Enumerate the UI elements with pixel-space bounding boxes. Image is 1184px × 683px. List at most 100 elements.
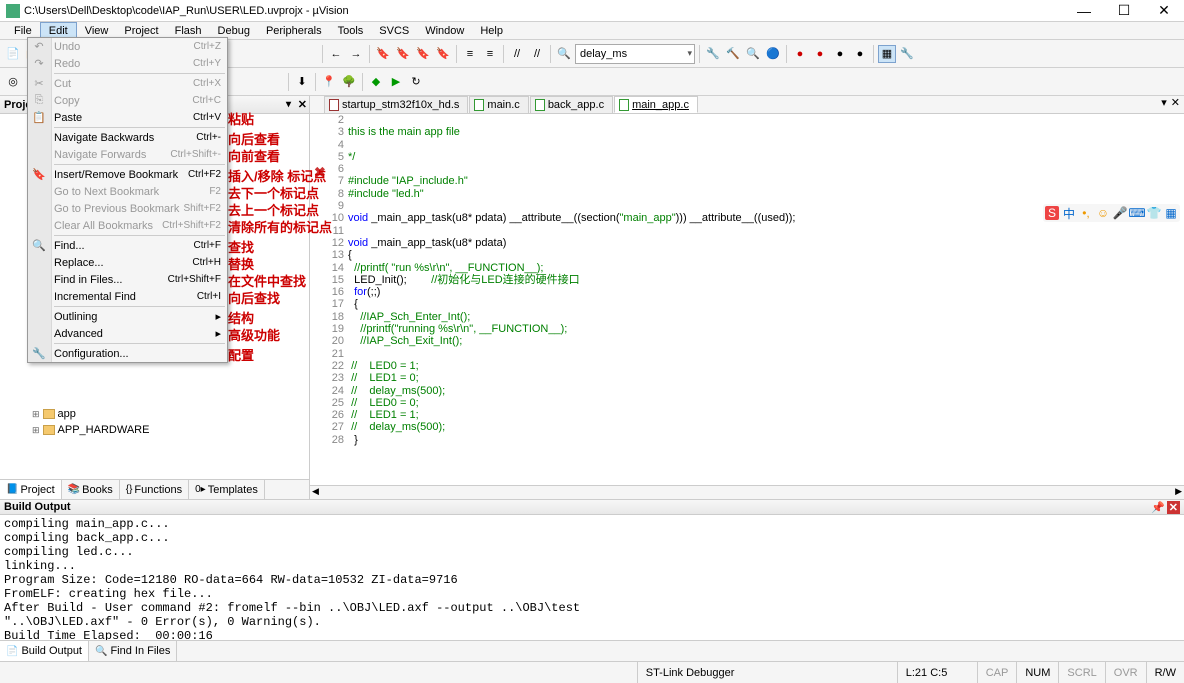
search-icon[interactable]: 🔍 (744, 45, 762, 63)
wrench-icon[interactable]: 🔧 (898, 45, 916, 63)
uncomment-icon[interactable]: // (528, 45, 546, 63)
close-build-icon[interactable]: ✕ (1167, 501, 1180, 514)
maximize-button[interactable]: ☐ (1104, 0, 1144, 22)
target-icon[interactable]: ◎ (4, 73, 22, 91)
window-title: C:\Users\Dell\Desktop\code\IAP_Run\USER\… (24, 5, 1064, 17)
nav-back-icon[interactable]: ← (327, 45, 345, 63)
status-ovr: OVR (1105, 662, 1146, 683)
code-editor[interactable]: 2345678910111213141516171819202122232425… (310, 114, 1184, 485)
ime-emoji-icon[interactable]: ☺ (1096, 206, 1110, 220)
reset-icon[interactable]: ↻ (407, 73, 425, 91)
menu-item-clear-all-bookmarks: Clear All BookmarksCtrl+Shift+F2 (28, 217, 227, 234)
build-tab-build-output[interactable]: 📄Build Output (0, 641, 89, 661)
menu-item-advanced[interactable]: Advanced▸ (28, 325, 227, 342)
project-tabs: 📘Project📚Books{}Functions0▸Templates (0, 479, 309, 499)
menu-item-undo: ↶UndoCtrl+Z (28, 38, 227, 55)
step-icon[interactable]: ◆ (367, 73, 385, 91)
close-panel-icon[interactable]: ✕ (298, 98, 307, 111)
menu-tools[interactable]: Tools (330, 23, 372, 39)
project-tab-books[interactable]: 📚Books (62, 480, 120, 499)
horizontal-scrollbar[interactable]: ◀ ▶ (310, 485, 1184, 499)
app-icon (6, 4, 20, 18)
project-tab-functions[interactable]: {}Functions (120, 480, 189, 499)
status-num: NUM (1016, 662, 1058, 683)
goto-icon[interactable]: 📍 (320, 73, 338, 91)
window-icon[interactable]: ▦ (878, 45, 896, 63)
menu-item-find-in-files-[interactable]: Find in Files...Ctrl+Shift+F (28, 271, 227, 288)
editor-tab[interactable]: startup_stm32f10x_hd.s (324, 96, 468, 113)
dbg-icon[interactable]: 🔧 (704, 45, 722, 63)
find-combo[interactable]: delay_ms (575, 44, 695, 64)
title-bar: C:\Users\Dell\Desktop\code\IAP_Run\USER\… (0, 0, 1184, 22)
status-debugger: ST-Link Debugger (637, 662, 897, 683)
menu-item-copy: ⎘CopyCtrl+C (28, 92, 227, 109)
nav-fwd-icon[interactable]: → (347, 45, 365, 63)
menu-item-navigate-backwards[interactable]: Navigate BackwardsCtrl+- (28, 129, 227, 146)
outdent-icon[interactable]: ≡ (481, 45, 499, 63)
menu-item-insert-remove-bookmark[interactable]: 🔖Insert/Remove BookmarkCtrl+F2 (28, 166, 227, 183)
editor-tab[interactable]: main_app.c (614, 96, 698, 113)
misc2-icon[interactable]: ● (851, 45, 869, 63)
menu-window[interactable]: Window (417, 23, 472, 39)
menu-item-replace-[interactable]: Replace...Ctrl+H (28, 254, 227, 271)
ime-toolbox-icon[interactable]: ▦ (1164, 206, 1178, 220)
menu-help[interactable]: Help (472, 23, 511, 39)
editor-tab[interactable]: main.c (469, 96, 528, 113)
menu-item-paste[interactable]: 📋PasteCtrl+V (28, 109, 227, 126)
menu-item-find-[interactable]: 🔍Find...Ctrl+F (28, 237, 227, 254)
editor-tab[interactable]: back_app.c (530, 96, 613, 113)
status-cap: CAP (977, 662, 1017, 683)
edit-menu-dropdown: ↶UndoCtrl+Z↷RedoCtrl+Y✂CutCtrl+X⎘CopyCtr… (27, 37, 228, 363)
find-icon[interactable]: 🔍 (555, 45, 573, 63)
dropdown-icon[interactable]: ▾ (286, 99, 291, 110)
ime-lang-icon[interactable]: 中 (1062, 206, 1076, 220)
menu-svcs[interactable]: SVCS (371, 23, 417, 39)
menu-peripherals[interactable]: Peripherals (258, 23, 330, 39)
ime-skin-icon[interactable]: 👕 (1147, 206, 1161, 220)
bookmark-prev-icon[interactable]: 🔖 (414, 45, 432, 63)
tab-close-icon[interactable]: ✕ (1171, 96, 1180, 109)
build-tab-find-in-files[interactable]: 🔍Find In Files (89, 641, 177, 661)
close-button[interactable]: ✕ (1144, 0, 1184, 22)
menu-item-incremental-find[interactable]: Incremental FindCtrl+I (28, 288, 227, 305)
bookmark-clear-icon[interactable]: 🔖 (434, 45, 452, 63)
ime-mic-icon[interactable]: 🎤 (1113, 206, 1127, 220)
tree-icon[interactable]: 🌳 (340, 73, 358, 91)
code-content[interactable]: this is the main app file*/#include "IAP… (348, 114, 1184, 485)
ime-keyboard-icon[interactable]: ⌨ (1130, 206, 1144, 220)
pin-icon[interactable]: 📌 (1151, 501, 1165, 514)
menu-item-go-to-next-bookmark: Go to Next BookmarkF2 (28, 183, 227, 200)
tree-item[interactable]: ⊞ app (4, 406, 305, 422)
comment-icon[interactable]: // (508, 45, 526, 63)
status-scrl: SCRL (1058, 662, 1104, 683)
status-bar: ST-Link Debugger L:21 C:5 CAP NUM SCRL O… (0, 661, 1184, 683)
tab-dropdown-icon[interactable]: ▾ (1161, 96, 1167, 109)
tools-icon[interactable]: 🔨 (724, 45, 742, 63)
status-rw: R/W (1146, 662, 1184, 683)
refresh-icon[interactable]: 🔵 (764, 45, 782, 63)
sogou-icon[interactable]: S (1045, 206, 1059, 220)
menu-item-outlining[interactable]: Outlining▸ (28, 308, 227, 325)
menu-item-configuration-[interactable]: 🔧Configuration... (28, 345, 227, 362)
menu-item-cut: ✂CutCtrl+X (28, 75, 227, 92)
build-output-header: Build Output 📌 ✕ (0, 499, 1184, 515)
record-icon[interactable]: ● (791, 45, 809, 63)
run-icon[interactable]: ▶ (387, 73, 405, 91)
new-icon[interactable]: 📄 (4, 45, 22, 63)
ime-punct-icon[interactable]: •, (1079, 206, 1093, 220)
bookmark-next-icon[interactable]: 🔖 (394, 45, 412, 63)
build-output[interactable]: compiling main_app.c... compiling back_a… (0, 515, 1184, 641)
download-icon[interactable]: ⬇ (293, 73, 311, 91)
indent-icon[interactable]: ≡ (461, 45, 479, 63)
bookmark-icon[interactable]: 🔖 (374, 45, 392, 63)
menu-item-go-to-previous-bookmark: Go to Previous BookmarkShift+F2 (28, 200, 227, 217)
line-gutter: 2345678910111213141516171819202122232425… (310, 114, 348, 485)
stop-icon[interactable]: ● (811, 45, 829, 63)
minimize-button[interactable]: — (1064, 0, 1104, 22)
tree-item[interactable]: ⊞ APP_HARDWARE (4, 422, 305, 438)
misc1-icon[interactable]: ● (831, 45, 849, 63)
ime-toolbar[interactable]: S 中 •, ☺ 🎤 ⌨ 👕 ▦ (1043, 204, 1180, 222)
project-tab-templates[interactable]: 0▸Templates (189, 480, 265, 499)
project-tab-project[interactable]: 📘Project (0, 480, 62, 499)
status-pos: L:21 C:5 (897, 662, 977, 683)
